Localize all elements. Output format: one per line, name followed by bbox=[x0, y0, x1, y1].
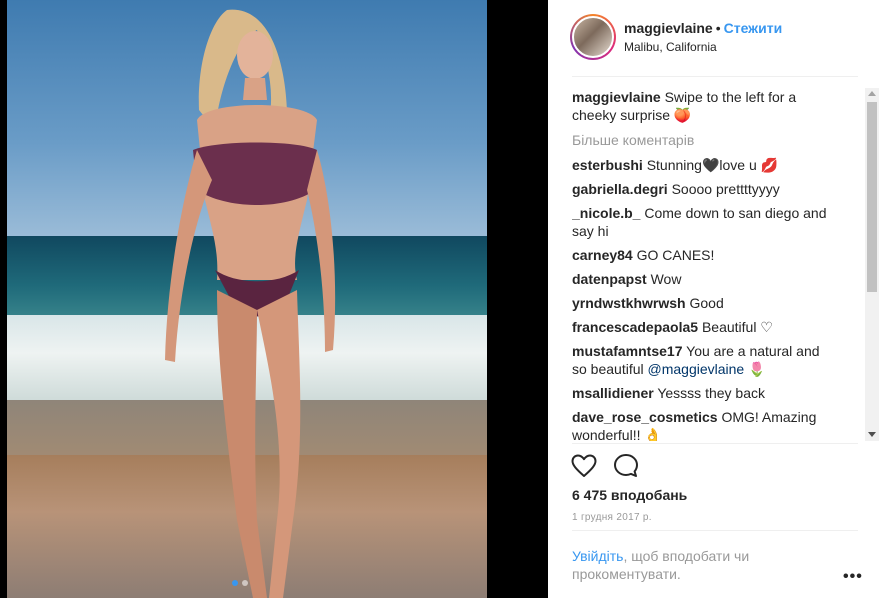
comment-username[interactable]: dave_rose_cosmetics bbox=[572, 409, 718, 425]
beach-photo bbox=[7, 0, 487, 598]
comment-item: mustafamntse17 You are a natural and so … bbox=[572, 342, 864, 378]
login-prompt: Увійдіть, щоб вподобати чи прокоментуват… bbox=[572, 547, 802, 583]
scroll-up-arrow-icon[interactable] bbox=[868, 91, 876, 96]
comment-text: Soooo prettttyyyy bbox=[671, 181, 780, 197]
comment-suffix: 🌷 bbox=[744, 361, 766, 377]
scrollbar-thumb[interactable] bbox=[867, 102, 877, 292]
comment-item: francescadepaola5 Beautiful ♡ bbox=[572, 318, 864, 336]
post-header: maggievlaine • Стежити Malibu, California bbox=[548, 0, 883, 76]
comment-text: Yessss they back bbox=[657, 385, 765, 401]
login-link[interactable]: Увійдіть bbox=[572, 548, 623, 564]
comment-button[interactable] bbox=[612, 452, 640, 480]
follow-button[interactable]: Стежити bbox=[724, 20, 783, 36]
comment-item: dave_rose_cosmetics OMG! Amazing wonderf… bbox=[572, 408, 864, 441]
more-options-icon[interactable]: ••• bbox=[843, 568, 863, 586]
comment-text: Wow bbox=[650, 271, 682, 287]
post-date: 1 грудня 2017 р. bbox=[572, 512, 652, 523]
comment-text: Beautiful ♡ bbox=[701, 319, 773, 335]
more-comments-button[interactable]: Більше коментарів bbox=[572, 132, 864, 148]
comments-scrollbar[interactable] bbox=[865, 88, 879, 441]
caption-username[interactable]: maggievlaine bbox=[572, 89, 661, 105]
carousel-dot-active bbox=[232, 580, 238, 586]
comment-username[interactable]: datenpapst bbox=[572, 271, 647, 287]
footer-divider bbox=[572, 530, 858, 531]
comments-divider bbox=[572, 443, 858, 444]
header-username[interactable]: maggievlaine bbox=[624, 20, 713, 36]
comment-bubble-icon bbox=[614, 454, 638, 477]
comment-username[interactable]: carney84 bbox=[572, 247, 633, 263]
comment-item: esterbushi Stunning🖤love u 💋 bbox=[572, 156, 864, 174]
comment-username[interactable]: msallidiener bbox=[572, 385, 654, 401]
comment-item: datenpapst Wow bbox=[572, 270, 864, 288]
header-divider bbox=[572, 76, 858, 77]
post-caption: maggievlaine Swipe to the left for a che… bbox=[572, 88, 864, 124]
comment-username[interactable]: yrndwstkhwrwsh bbox=[572, 295, 686, 311]
comment-mention-link[interactable]: @maggievlaine bbox=[648, 361, 745, 377]
carousel-indicator bbox=[0, 580, 480, 586]
comment-username[interactable]: francescadepaola5 bbox=[572, 319, 698, 335]
comment-item: carney84 GO CANES! bbox=[572, 246, 864, 264]
comment-username[interactable]: gabriella.degri bbox=[572, 181, 668, 197]
carousel-dot bbox=[242, 580, 248, 586]
heart-outline-icon bbox=[571, 454, 597, 477]
comment-text: GO CANES! bbox=[636, 247, 715, 263]
comment-username[interactable]: esterbushi bbox=[572, 157, 643, 173]
comment-text: Good bbox=[689, 295, 724, 311]
comment-item: yrndwstkhwrwsh Good bbox=[572, 294, 864, 312]
separator-dot: • bbox=[715, 20, 721, 36]
comment-item: gabriella.degri Soooo prettttyyyy bbox=[572, 180, 864, 198]
location-link[interactable]: Malibu, California bbox=[624, 40, 717, 54]
comment-username[interactable]: _nicole.b_ bbox=[572, 205, 640, 221]
header-username-line: maggievlaine • Стежити bbox=[624, 20, 782, 36]
comment-text: Stunning🖤love u 💋 bbox=[646, 157, 779, 173]
model-figure bbox=[165, 9, 336, 598]
comments-list[interactable]: maggievlaine Swipe to the left for a che… bbox=[572, 88, 864, 441]
like-button[interactable] bbox=[570, 452, 598, 480]
post-side-panel: maggievlaine • Стежити Malibu, California … bbox=[548, 0, 883, 598]
likes-count[interactable]: 6 475 вподобань bbox=[572, 487, 687, 503]
comment-item: msallidiener Yessss they back bbox=[572, 384, 864, 402]
scroll-down-arrow-icon[interactable] bbox=[868, 432, 876, 437]
action-bar bbox=[570, 452, 640, 480]
post-photo[interactable] bbox=[0, 0, 548, 598]
avatar[interactable] bbox=[570, 14, 616, 60]
comment-item: _nicole.b_ Come down to san diego and sa… bbox=[572, 204, 864, 240]
comment-username[interactable]: mustafamntse17 bbox=[572, 343, 683, 359]
